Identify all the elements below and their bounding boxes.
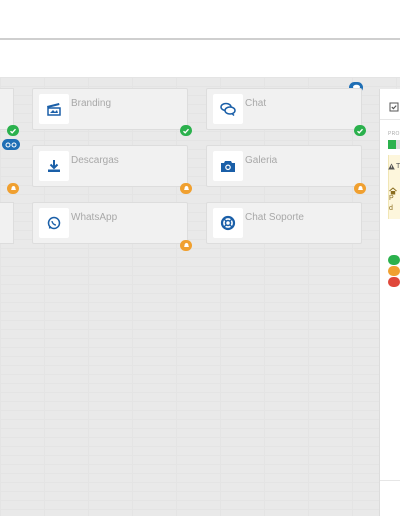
warning-body-line-2: d <box>389 205 393 212</box>
header-spacer <box>0 40 400 77</box>
status-check-badge <box>180 125 192 136</box>
module-card-galeria[interactable]: Galeria <box>206 145 362 187</box>
module-label: Galeria <box>245 155 278 166</box>
top-bar <box>0 0 400 40</box>
camera-icon <box>213 151 243 181</box>
support-icon <box>213 208 243 238</box>
status-check-badge <box>7 125 19 136</box>
warning-heading: T <box>388 163 400 170</box>
warning-icon <box>388 163 395 170</box>
branding-icon <box>39 94 69 124</box>
module-card-chat-soporte[interactable]: Chat Soporte <box>206 202 362 244</box>
warning-body-line-1: P <box>389 195 394 202</box>
side-panel: PRO T P d <box>379 89 400 516</box>
legend-pending-icon <box>388 266 400 276</box>
status-check-badge <box>354 125 366 136</box>
status-pending-badge <box>354 183 366 194</box>
panel-footer-divider <box>380 480 400 481</box>
progress-fill <box>388 140 397 149</box>
views-badge <box>2 139 20 150</box>
module-label: Branding <box>71 98 112 109</box>
status-pending-badge <box>180 240 192 251</box>
download-icon <box>39 151 69 181</box>
partial-card-left-3[interactable] <box>0 202 14 244</box>
chat-icon <box>213 94 243 124</box>
module-card-whatsapp[interactable]: WhatsApp <box>32 202 188 244</box>
warning-box: T P d <box>388 155 400 219</box>
checklist-icon[interactable] <box>389 99 399 117</box>
module-card-chat[interactable]: Chat <box>206 88 362 130</box>
warning-title: T <box>396 163 400 170</box>
status-pending-badge <box>7 183 19 194</box>
partial-card-left-1[interactable] <box>0 88 14 130</box>
module-label: WhatsApp <box>71 212 118 223</box>
legend-alert-icon <box>388 277 400 287</box>
progress-label: PRO <box>388 131 400 137</box>
status-pending-badge <box>180 183 192 194</box>
progress-bar <box>388 140 400 149</box>
panel-divider <box>380 119 400 120</box>
module-card-descargas[interactable]: Descargas <box>32 145 188 187</box>
legend-check-icon <box>388 255 400 265</box>
whatsapp-icon <box>39 208 69 238</box>
module-label: Chat <box>245 98 267 109</box>
module-workspace: Branding Descargas WhatsApp Chat Galeria… <box>0 77 400 516</box>
module-label: Descargas <box>71 155 119 166</box>
module-card-branding[interactable]: Branding <box>32 88 188 130</box>
module-label: Chat Soporte <box>245 212 304 223</box>
